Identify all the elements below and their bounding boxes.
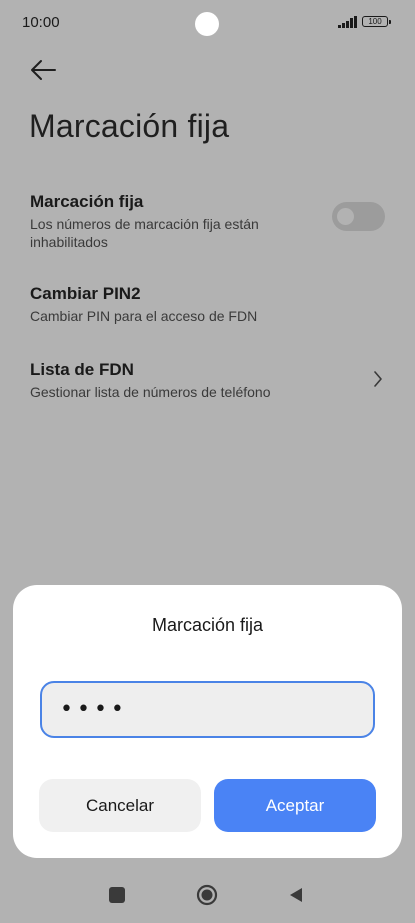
pin-input[interactable] bbox=[40, 681, 375, 738]
toggle-knob bbox=[337, 208, 354, 225]
signal-icon bbox=[338, 16, 357, 28]
chevron-right-icon bbox=[374, 371, 382, 387]
nav-back-icon[interactable] bbox=[287, 886, 305, 904]
cancel-button[interactable]: Cancelar bbox=[39, 779, 201, 832]
pin-dialog: Marcación fija Cancelar Aceptar bbox=[13, 585, 402, 858]
setting-title: Lista de FDN bbox=[30, 360, 134, 379]
setting-fixed-dialing[interactable]: Marcación fija Los números de marcación … bbox=[30, 192, 385, 251]
setting-subtitle: Los números de marcación fija están inha… bbox=[30, 216, 259, 250]
camera-cutout bbox=[195, 12, 219, 36]
home-icon[interactable] bbox=[196, 884, 218, 906]
recent-apps-icon[interactable] bbox=[109, 887, 125, 903]
back-arrow-icon[interactable] bbox=[28, 56, 58, 84]
accept-button[interactable]: Aceptar bbox=[214, 779, 376, 832]
status-time: 10:00 bbox=[22, 14, 60, 31]
page-title: Marcación fija bbox=[29, 108, 230, 144]
status-bar: 10:00 100 bbox=[0, 0, 415, 46]
navigation-bar bbox=[0, 870, 415, 923]
setting-change-pin2[interactable]: Cambiar PIN2 Cambiar PIN para el acceso … bbox=[30, 284, 385, 325]
setting-title: Marcación fija bbox=[30, 192, 144, 211]
setting-fdn-list[interactable]: Lista de FDN Gestionar lista de números … bbox=[30, 360, 385, 401]
fixed-dialing-toggle[interactable] bbox=[332, 202, 385, 231]
dialog-title: Marcación fija bbox=[151, 615, 264, 635]
setting-subtitle: Gestionar lista de números de teléfono bbox=[30, 384, 271, 400]
battery-icon: 100 bbox=[362, 16, 391, 27]
setting-title: Cambiar PIN2 bbox=[30, 284, 141, 303]
setting-subtitle: Cambiar PIN para el acceso de FDN bbox=[30, 308, 258, 324]
